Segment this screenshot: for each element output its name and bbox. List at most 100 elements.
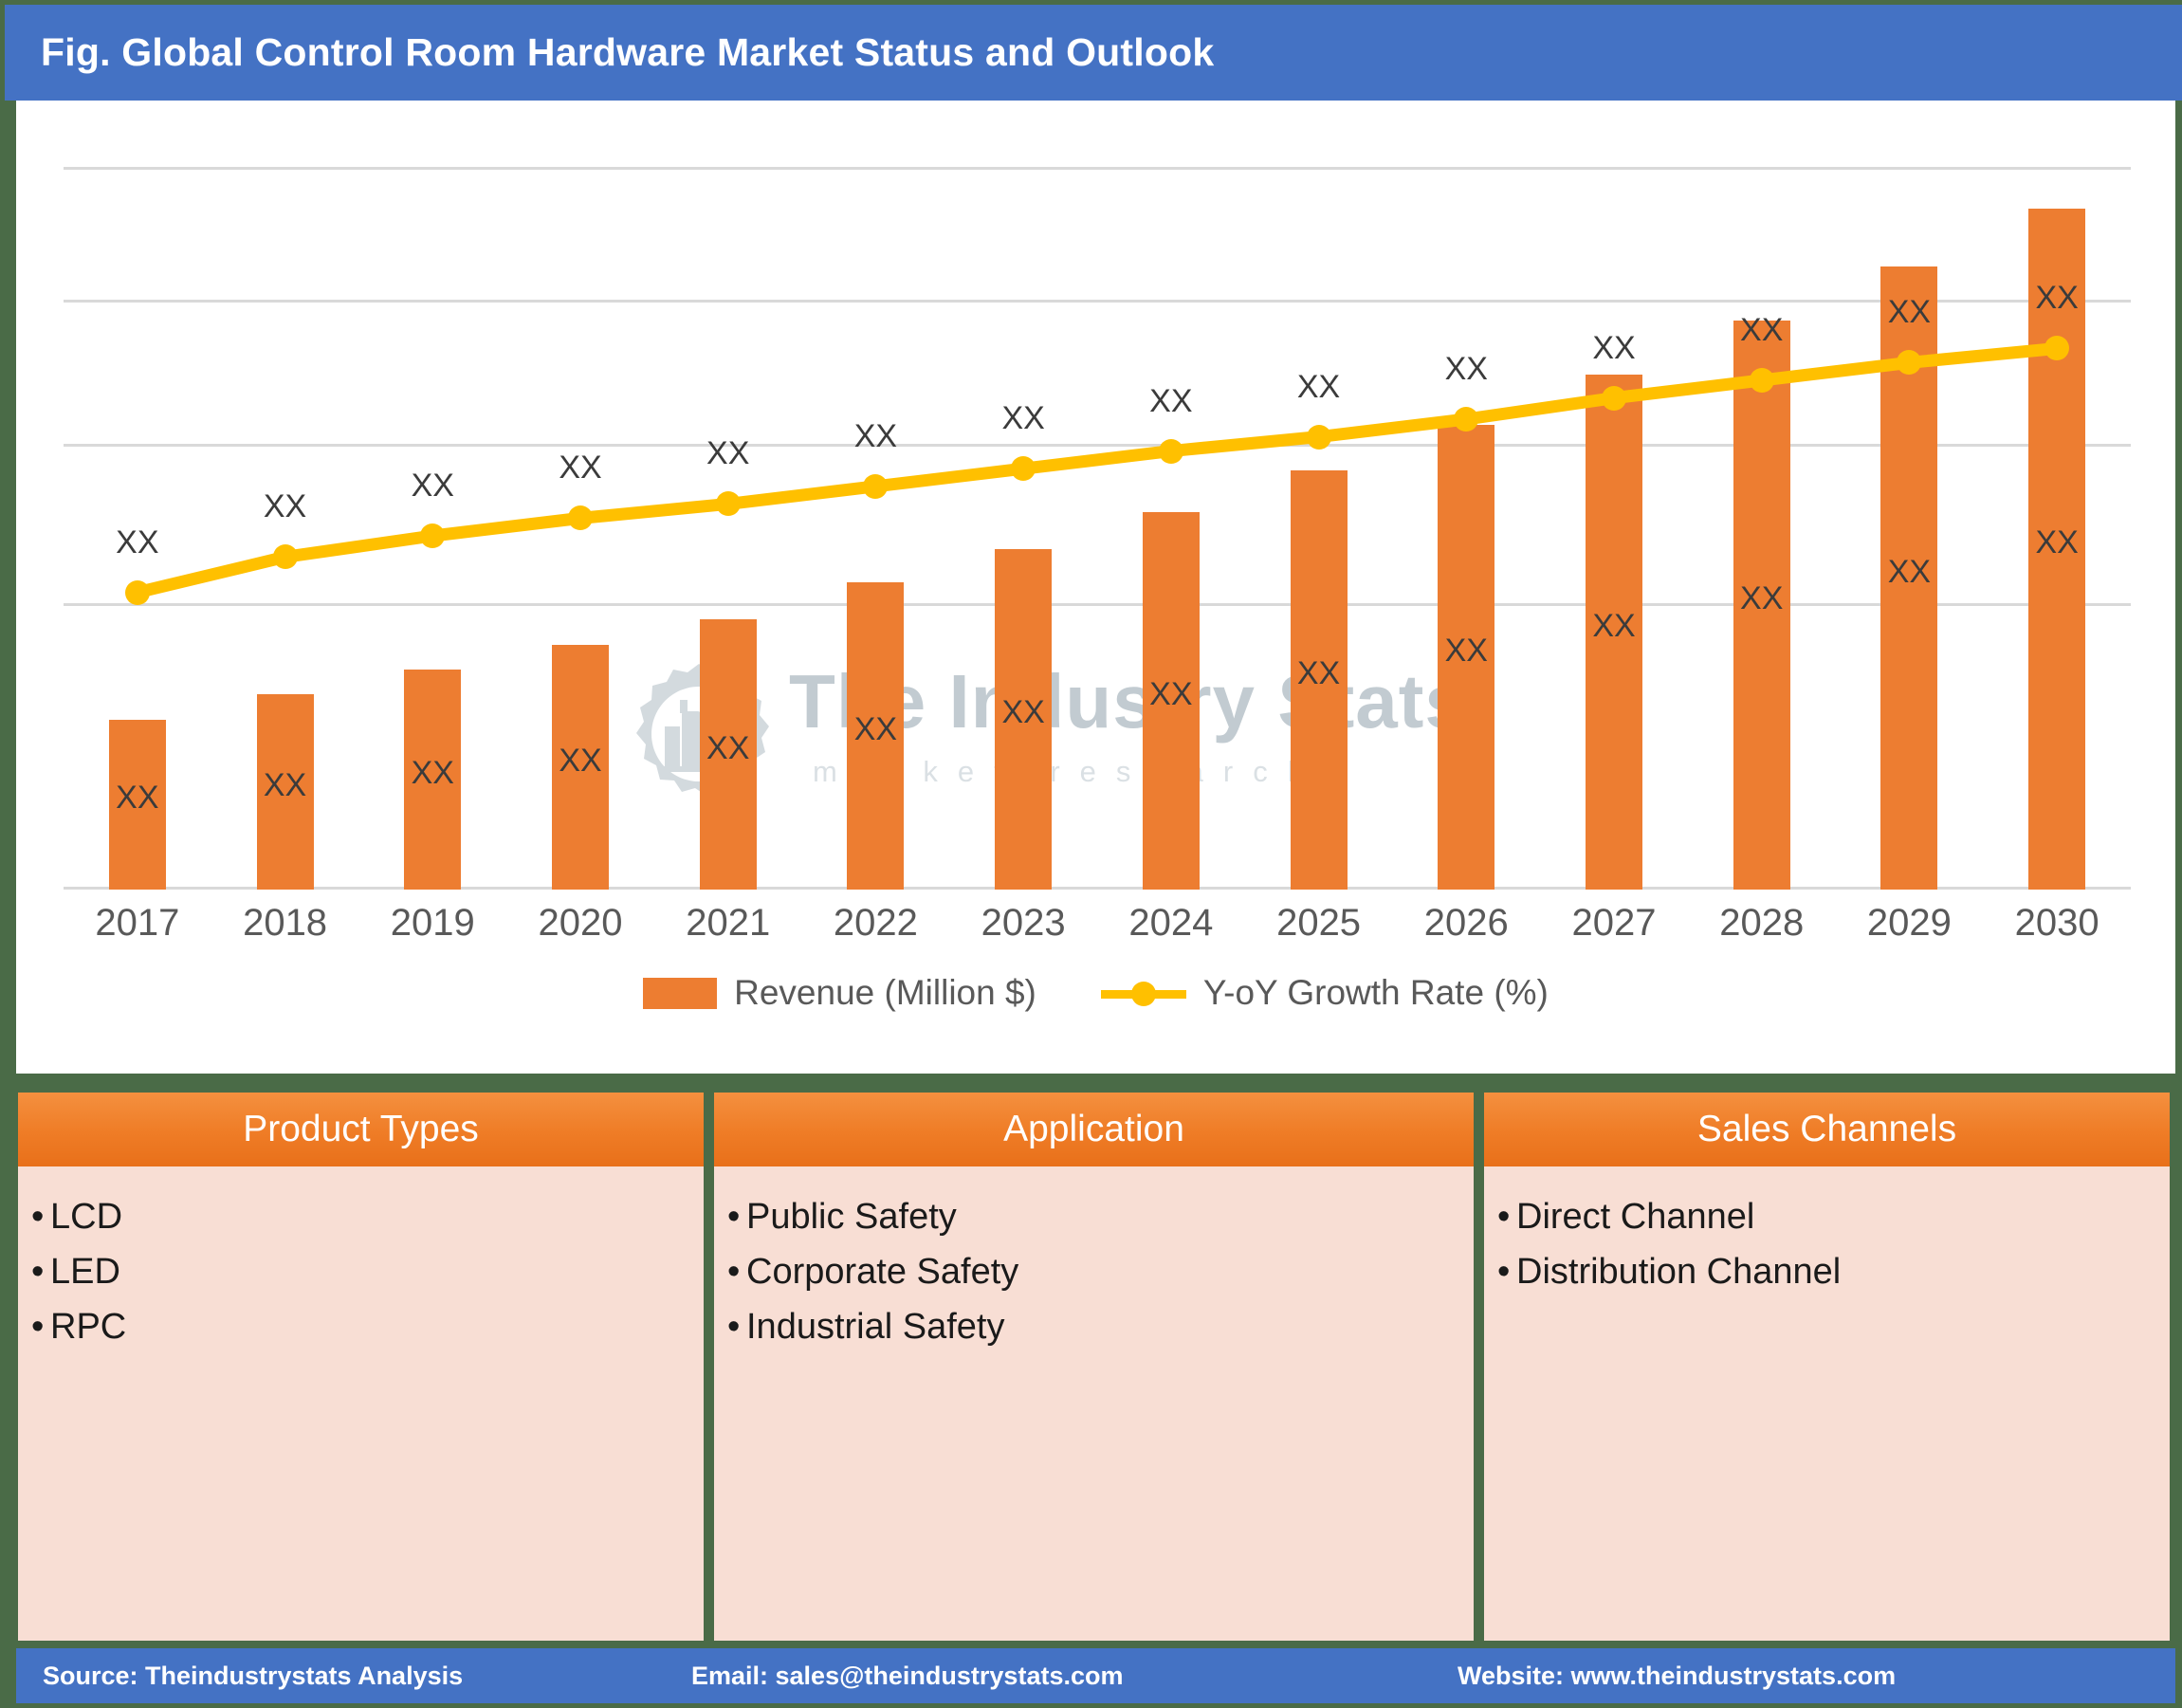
line-value-label-2023: XX — [1001, 400, 1045, 437]
x-axis-tick-2030: 2030 — [2014, 902, 2099, 944]
card-spacer — [704, 1093, 714, 1641]
line-point-2019 — [420, 523, 446, 548]
card-header: Sales Channels — [1484, 1093, 2170, 1166]
list-item: • Corporate Safety — [727, 1244, 1474, 1299]
line-value-label-2027: XX — [1592, 329, 1636, 366]
card-body: • Direct Channel • Distribution Channel — [1484, 1166, 2170, 1641]
card-product-types: Product Types • LCD • LED • RPC — [18, 1093, 704, 1641]
list-item-label: LED — [50, 1252, 120, 1292]
footer-source: Source: Theindustrystats Analysis — [43, 1661, 464, 1690]
list-item-label: LCD — [50, 1197, 123, 1237]
line-value-label-2021: XX — [706, 435, 750, 472]
bullet-icon: • — [31, 1307, 45, 1347]
chart-plot-area: The Industry Stats market research XX XX X… — [64, 121, 2131, 890]
bullet-icon: • — [31, 1252, 45, 1292]
bar-value-label-2017: XX — [116, 780, 159, 817]
line-value-label-2026: XX — [1444, 351, 1488, 387]
list-item: • LED — [31, 1244, 704, 1299]
list-item: • Direct Channel — [1497, 1189, 2170, 1244]
legend-label-revenue: Revenue (Million $) — [734, 973, 1036, 1012]
bar-value-label-2025: XX — [1296, 654, 1341, 691]
x-axis-tick-2020: 2020 — [538, 902, 623, 944]
bar-value-label-2018: XX — [263, 767, 307, 804]
bar-value-label-2029: XX — [1887, 553, 1932, 590]
line-value-label-2022: XX — [853, 417, 898, 454]
list-item: • LCD — [31, 1189, 704, 1244]
card-spacer — [2170, 1093, 2177, 1641]
line-point-2028 — [1749, 368, 1774, 393]
x-axis-tick-2024: 2024 — [1128, 902, 1214, 944]
line-value-label-2030: XX — [2035, 280, 2079, 317]
list-item-label: Industrial Safety — [746, 1307, 1005, 1347]
infographic-root: Fig. Global Control Room Hardware Market… — [0, 0, 2182, 1708]
card-body: • LCD • LED • RPC — [18, 1166, 704, 1641]
chart-panel: The Industry Stats market research XX XX X… — [16, 101, 2175, 1074]
x-axis-tick-2028: 2028 — [1719, 902, 1805, 944]
card-spacer — [5, 1093, 18, 1641]
line-value-label-2024: XX — [1149, 382, 1193, 419]
legend-label-growth-rate: Y-oY Growth Rate (%) — [1202, 973, 1549, 1012]
line-point-2026 — [1454, 407, 1479, 432]
bullet-icon: • — [1497, 1252, 1511, 1292]
line-point-2022 — [863, 473, 889, 499]
card-sales-channels: Sales Channels • Direct Channel • Distributi… — [1484, 1093, 2170, 1641]
card-title: Sales Channels — [1696, 1109, 1957, 1149]
bullet-icon: • — [727, 1197, 741, 1237]
legend-line-dot-swatch-icon — [1100, 978, 1186, 1009]
legend-bar-swatch-icon — [643, 977, 718, 1009]
line-value-label-2020: XX — [559, 450, 602, 487]
line-point-2027 — [1602, 385, 1626, 411]
line-value-label-2017: XX — [116, 523, 159, 560]
bar-value-label-2030: XX — [2035, 523, 2079, 560]
list-item: • RPC — [31, 1299, 704, 1354]
bullet-icon: • — [727, 1252, 741, 1292]
card-body: • Public Safety • Corporate Safety • Industri… — [714, 1166, 1474, 1641]
legend-item-growth-rate: Y-oY Growth Rate (%) — [1100, 973, 1549, 1013]
line-point-2017 — [124, 579, 150, 605]
line-value-label-2019: XX — [411, 468, 454, 504]
list-item-label: RPC — [50, 1307, 127, 1347]
line-value-label-2028: XX — [1740, 312, 1784, 348]
list-item: • Public Safety — [727, 1189, 1474, 1244]
card-title: Application — [1003, 1109, 1184, 1149]
line-point-2020 — [568, 505, 593, 531]
bullet-icon: • — [1497, 1197, 1511, 1237]
line-point-2018 — [272, 544, 298, 570]
list-item: • Industrial Safety — [727, 1299, 1474, 1354]
line-value-label-2018: XX — [263, 488, 307, 525]
x-axis: 2017 2018 2019 2020 2021 2022 2023 2024 2025 2026… — [64, 902, 2131, 959]
bullet-icon: • — [31, 1197, 45, 1237]
bar-value-label-2024: XX — [1149, 675, 1193, 712]
line-point-2023 — [1011, 456, 1036, 482]
bar-value-label-2027: XX — [1592, 607, 1636, 644]
line-point-2030 — [2044, 336, 2070, 361]
card-spacer — [1474, 1093, 1484, 1641]
list-item-label: Distribution Channel — [1516, 1252, 1842, 1292]
page-title: Fig. Global Control Room Hardware Market… — [41, 30, 1215, 74]
x-axis-tick-2021: 2021 — [686, 902, 771, 944]
footer-bar: Source: Theindustrystats Analysis Email:… — [16, 1648, 2175, 1703]
x-axis-tick-2018: 2018 — [243, 902, 328, 944]
bullet-icon: • — [727, 1307, 741, 1347]
bar-value-label-2023: XX — [1001, 694, 1045, 731]
line-point-2029 — [1897, 350, 1922, 376]
footer-email[interactable]: Email: sales@theindustrystats.com — [691, 1662, 1123, 1691]
list-item-label: Direct Channel — [1516, 1197, 1755, 1237]
list-item-label: Corporate Safety — [746, 1252, 1019, 1292]
line-point-2024 — [1158, 438, 1183, 464]
line-value-label-2025: XX — [1296, 368, 1341, 405]
bar-value-label-2022: XX — [853, 711, 898, 747]
list-item: • Distribution Channel — [1497, 1244, 2170, 1299]
x-axis-tick-2029: 2029 — [1866, 902, 1952, 944]
x-axis-tick-2017: 2017 — [95, 902, 180, 944]
line-point-2025 — [1306, 424, 1331, 450]
x-axis-tick-2023: 2023 — [981, 902, 1066, 944]
segment-cards: Product Types • LCD • LED • RPC Application • Pub… — [5, 1093, 2177, 1641]
card-title: Product Types — [243, 1109, 479, 1149]
footer-website[interactable]: Website: www.theindustrystats.com — [1458, 1662, 1896, 1691]
card-header: Product Types — [18, 1093, 704, 1166]
chart-legend: Revenue (Million $) Y-oY Growth Rate (%) — [16, 973, 2175, 1013]
x-axis-tick-2026: 2026 — [1423, 902, 1509, 944]
bar-value-label-2026: XX — [1444, 632, 1488, 669]
x-axis-tick-2022: 2022 — [833, 902, 918, 944]
